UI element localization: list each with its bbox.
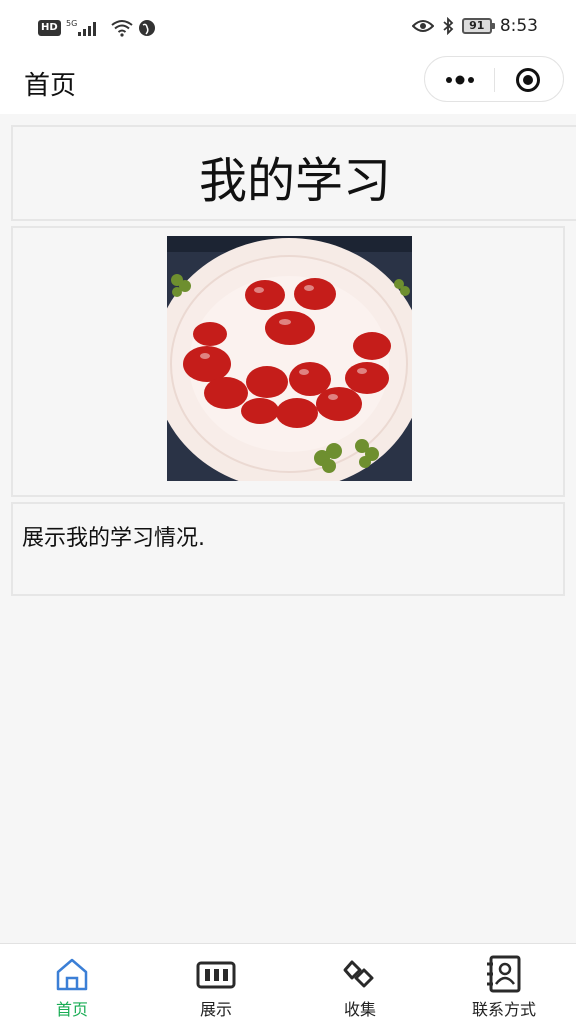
close-miniprogram-icon[interactable] bbox=[515, 67, 541, 93]
page-title: 我的学习 bbox=[198, 153, 391, 209]
tab-contact-label: 联系方式 bbox=[471, 1000, 536, 1019]
description-text: 展示我的学习情况. bbox=[22, 526, 205, 551]
hd-badge: HD bbox=[38, 20, 61, 36]
status-right-indicators: 91 8:53 bbox=[411, 16, 538, 36]
tab-collect-label: 收集 bbox=[343, 1000, 376, 1019]
capsule-divider bbox=[494, 68, 495, 92]
nav-title: 首页 bbox=[24, 71, 77, 101]
vpn-globe-icon bbox=[138, 20, 155, 36]
more-options-icon[interactable] bbox=[442, 71, 478, 89]
film-strip-icon bbox=[196, 961, 236, 989]
tab-home[interactable]: 首页 bbox=[0, 944, 144, 1024]
eye-icon bbox=[411, 20, 434, 32]
wifi-icon bbox=[111, 20, 133, 37]
mini-program-capsule bbox=[424, 56, 564, 102]
description-card: 展示我的学习情况. bbox=[11, 502, 565, 596]
tab-display[interactable]: 展示 bbox=[144, 944, 288, 1024]
status-bar: HD 5G 91 8:53 bbox=[0, 0, 576, 56]
collect-icon bbox=[343, 960, 374, 988]
signal-5g-icon: 5G bbox=[66, 19, 96, 36]
image-card bbox=[11, 226, 565, 497]
battery-indicator: 91 bbox=[461, 18, 495, 34]
tab-bar: 首页 展示 收集 联系方式 bbox=[0, 943, 576, 1024]
title-card: 我的学习 bbox=[11, 125, 576, 221]
tab-display-label: 展示 bbox=[199, 1000, 232, 1019]
navigation-bar: 首页 bbox=[0, 56, 576, 114]
tab-collect[interactable]: 收集 bbox=[288, 944, 432, 1024]
status-left-indicators: HD 5G bbox=[38, 18, 156, 38]
tab-home-label: 首页 bbox=[55, 1000, 88, 1019]
bluetooth-icon bbox=[443, 17, 454, 35]
tab-contact[interactable]: 联系方式 bbox=[432, 944, 576, 1024]
status-time: 8:53 bbox=[499, 16, 538, 36]
home-icon bbox=[56, 958, 88, 991]
tomato-smiley-photo bbox=[167, 236, 412, 481]
network-label: 5G bbox=[66, 19, 77, 28]
contact-book-icon bbox=[487, 955, 521, 993]
